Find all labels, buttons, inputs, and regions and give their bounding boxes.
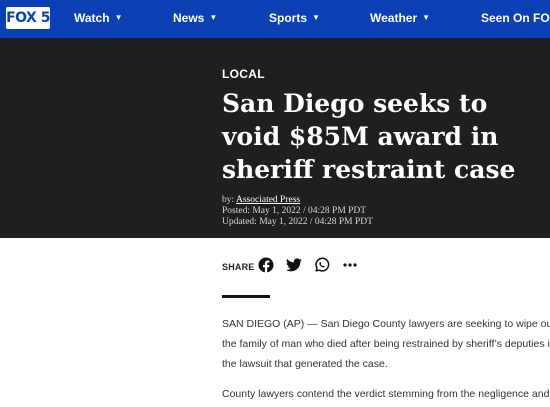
article-line: County lawyers contend the verdict stemm… xyxy=(222,388,550,400)
byline-author-line: by: Associated Press xyxy=(222,195,373,206)
nav-label: Weather xyxy=(370,11,418,25)
article-line: the lawsuit that generated the case. xyxy=(222,358,388,370)
facebook-icon[interactable] xyxy=(257,256,275,274)
chevron-down-icon: ▼ xyxy=(312,13,320,22)
nav-item-sports[interactable]: Sports ▼ xyxy=(269,11,320,25)
share-label: SHARE xyxy=(222,262,255,272)
chevron-down-icon: ▼ xyxy=(114,13,123,22)
whatsapp-icon[interactable] xyxy=(313,256,331,274)
more-icon[interactable] xyxy=(341,256,359,274)
nav-item-weather[interactable]: Weather ▼ xyxy=(370,11,430,25)
updated-date: Updated: May 1, 2022 / 04:28 PM PDT xyxy=(222,217,373,227)
article-headline: San Diego seeks to void $85M award in sh… xyxy=(222,89,516,184)
nav-label: News xyxy=(173,11,205,25)
nav-label: Sports xyxy=(269,11,308,25)
fox5-logo[interactable]: FOX 5 xyxy=(6,7,50,29)
chevron-down-icon: ▼ xyxy=(209,13,218,22)
top-navigation: FOX 5 Watch ▼ News ▼ Sports ▼ Weather ▼ … xyxy=(0,0,550,38)
article-paragraph: County lawyers contend the verdict stemm… xyxy=(222,384,550,404)
nav-item-news[interactable]: News ▼ xyxy=(173,11,217,25)
article-body: SAN DIEGO (AP) — San Diego County lawyer… xyxy=(222,314,550,407)
article-paragraph: SAN DIEGO (AP) — San Diego County lawyer… xyxy=(222,314,550,374)
byline: by: Associated Press Posted: May 1, 2022… xyxy=(222,195,373,228)
nav-item-seen-on-fox5[interactable]: Seen On FOX 5 xyxy=(481,11,550,25)
byline-prefix: by: xyxy=(222,195,235,205)
article-line: SAN DIEGO (AP) — San Diego County lawyer… xyxy=(222,318,550,330)
nav-label: Seen On FOX 5 xyxy=(481,11,550,25)
posted-date: Posted: May 1, 2022 / 04:28 PM PDT xyxy=(222,206,367,216)
section-label[interactable]: LOCAL xyxy=(222,67,265,81)
logo-text: FOX 5 xyxy=(6,10,50,26)
author-link[interactable]: Associated Press xyxy=(236,195,300,205)
nav-label: Watch xyxy=(74,11,110,25)
chevron-down-icon: ▼ xyxy=(422,13,431,22)
article-line: the family of man who died after being r… xyxy=(222,338,550,350)
nav-item-watch[interactable]: Watch ▼ xyxy=(74,11,122,25)
article-hero: LOCAL San Diego seeks to void $85M award… xyxy=(0,38,550,238)
section-divider xyxy=(222,295,270,298)
twitter-icon[interactable] xyxy=(285,256,303,274)
